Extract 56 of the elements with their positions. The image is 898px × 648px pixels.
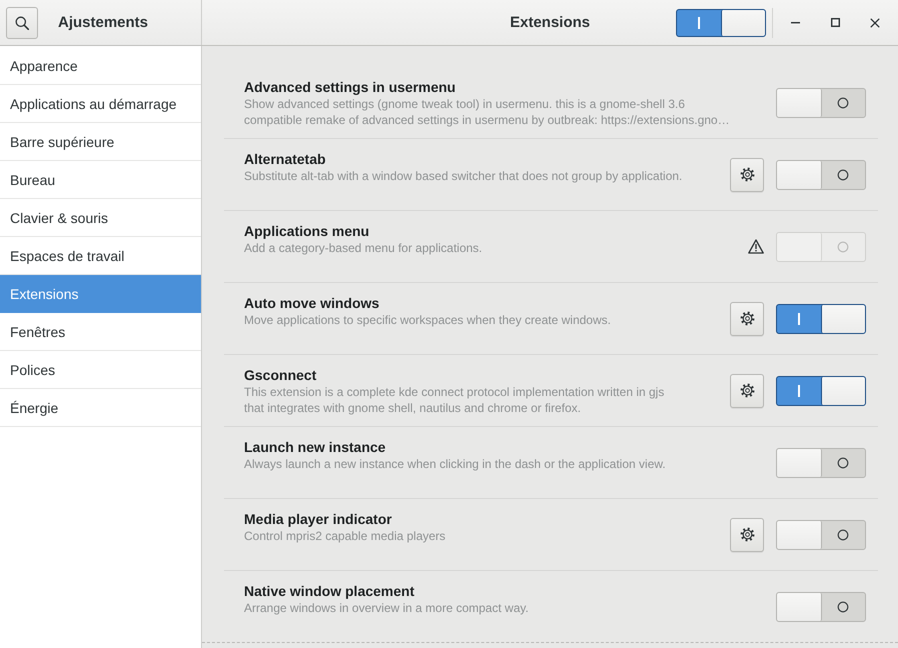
- extension-name: Auto move windows: [244, 295, 380, 312]
- sidebar-item[interactable]: Énergie: [0, 389, 201, 427]
- extension-description: Substitute alt-tab with a window based switcher that does not group by application.: [244, 168, 682, 184]
- extension-name: Alternatetab: [244, 151, 326, 168]
- circle-icon: [837, 456, 850, 468]
- settings-button[interactable]: [730, 374, 764, 408]
- circle-icon: [837, 168, 850, 180]
- toggle-switch[interactable]: [776, 448, 866, 478]
- sidebar-item[interactable]: Polices: [0, 351, 201, 389]
- sidebar-item[interactable]: Fenêtres: [0, 313, 201, 351]
- circle-icon: [837, 240, 850, 252]
- circle-icon: [837, 600, 850, 612]
- circle-icon: [837, 528, 850, 540]
- extension-name: Native window placement: [244, 583, 414, 600]
- settings-button[interactable]: [730, 518, 764, 552]
- vertical-bar-icon: [798, 384, 800, 396]
- circle-icon: [837, 96, 850, 108]
- toggle-switch[interactable]: [776, 160, 866, 190]
- extension-description: Show advanced settings (gnome tweak tool) in usermenu. this is a gnome-shell 3.6 compatible remake of advanced settings in usermenu by outbreak: https://extensions.gno…: [244, 96, 730, 128]
- extension-description: This extension is a complete kde connect protocol implementation written in gjs that integrates with gnome shell, nautilus and chrome or firefox.: [244, 384, 664, 416]
- minimize-icon: [790, 22, 800, 24]
- gear-icon: [740, 527, 754, 542]
- sidebar-item[interactable]: Barre supérieure: [0, 123, 201, 161]
- toggle-switch[interactable]: [776, 592, 866, 622]
- toggle-switch[interactable]: [776, 520, 866, 550]
- toggle-switch[interactable]: [776, 88, 866, 118]
- toggle-switch[interactable]: [776, 376, 866, 406]
- page-title: Extensions: [510, 14, 590, 31]
- settings-button[interactable]: [730, 302, 764, 336]
- maximize-icon: [830, 18, 840, 27]
- extension-name: Launch new instance: [244, 439, 386, 456]
- extension-description: Arrange windows in overview in a more compact way.: [244, 600, 529, 616]
- extension-name: Gsconnect: [244, 367, 316, 384]
- gear-icon: [740, 311, 754, 326]
- close-icon: [870, 18, 880, 28]
- vertical-bar-icon: [698, 16, 700, 28]
- search-icon: [15, 16, 29, 30]
- extension-description: Always launch a new instance when clicking in the dash or the application view.: [244, 456, 666, 472]
- extension-description: Move applications to specific workspaces when they create windows.: [244, 312, 611, 328]
- vertical-bar-icon: [798, 312, 800, 324]
- gear-icon: [740, 383, 754, 398]
- extension-name: Media player indicator: [244, 511, 392, 528]
- toggle-switch[interactable]: [676, 8, 766, 36]
- gear-icon: [740, 167, 754, 182]
- extension-description: Control mpris2 capable media players: [244, 528, 446, 544]
- sidebar-item[interactable]: Applications au démarrage: [0, 85, 201, 123]
- sidebar-item[interactable]: Apparence: [0, 47, 201, 85]
- sidebar-item[interactable]: Clavier & souris: [0, 199, 201, 237]
- extension-description: Add a category-based menu for applications.: [244, 240, 482, 256]
- search-button[interactable]: [6, 6, 38, 38]
- toggle-switch[interactable]: [776, 304, 866, 334]
- extension-name: Applications menu: [244, 223, 370, 240]
- sidebar-item[interactable]: Bureau: [0, 161, 201, 199]
- extension-name: Advanced settings in usermenu: [244, 79, 456, 96]
- settings-button[interactable]: [730, 158, 764, 192]
- app-title: Ajustements: [58, 14, 148, 31]
